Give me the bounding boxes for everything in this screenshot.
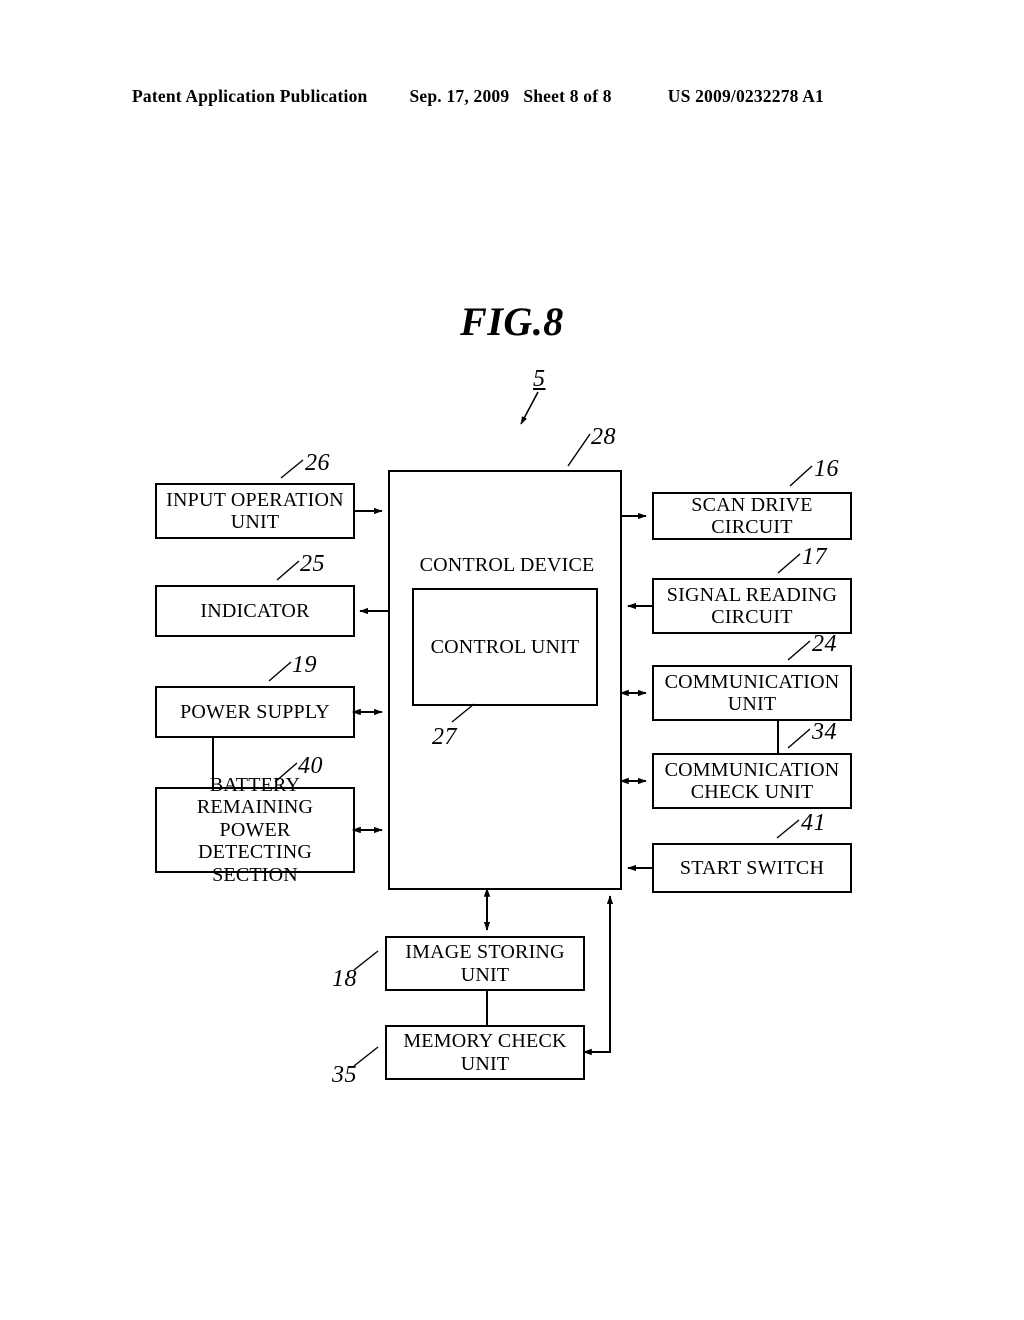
ref-numeral-41: 41 bbox=[801, 810, 826, 836]
block-label-communication-unit: COMMUNICATION UNIT bbox=[664, 670, 840, 715]
block-label-image-storing-unit: IMAGE STORING UNIT bbox=[405, 941, 565, 986]
block-label-indicator: INDICATOR bbox=[200, 599, 310, 622]
block-label-control-device: CONTROL DEVICE bbox=[419, 554, 595, 576]
block-battery-remaining-power-detecting-section: BATTERY REMAINING POWER DETECTING SECTION bbox=[155, 774, 355, 886]
ref-numeral-28: 28 bbox=[591, 424, 616, 450]
ref-numeral-17: 17 bbox=[802, 544, 827, 570]
leader-line-17 bbox=[777, 553, 801, 574]
block-input-operation-unit: INPUT OPERATION UNIT bbox=[155, 483, 355, 539]
block-control-unit: CONTROL UNIT bbox=[412, 588, 598, 706]
block-indicator: INDICATOR bbox=[155, 585, 355, 637]
block-label-start-switch: START SWITCH bbox=[679, 856, 825, 879]
block-label-power-supply: POWER SUPPLY bbox=[180, 700, 330, 723]
ref-numeral-27: 27 bbox=[432, 724, 457, 750]
leader-line-16 bbox=[789, 465, 813, 487]
ref-numeral-24: 24 bbox=[812, 631, 837, 657]
ref-numeral-35: 35 bbox=[332, 1062, 357, 1088]
leader-line-28 bbox=[567, 433, 591, 467]
block-communication-unit: COMMUNICATION UNIT bbox=[652, 665, 852, 721]
leader-line-34 bbox=[787, 728, 811, 749]
block-label-battery-remaining-power-detecting-section: BATTERY REMAINING POWER DETECTING SECTION bbox=[196, 774, 314, 886]
leader-line-41 bbox=[776, 819, 800, 839]
leader-line-5 bbox=[520, 391, 539, 425]
block-label-signal-reading-circuit: SIGNAL READING CIRCUIT bbox=[666, 583, 838, 628]
leader-line-25 bbox=[276, 560, 300, 581]
leader-line-26 bbox=[280, 459, 304, 479]
block-image-storing-unit: IMAGE STORING UNIT bbox=[385, 936, 585, 991]
ref-numeral-26: 26 bbox=[305, 450, 330, 476]
block-communication-check-unit: COMMUNICATION CHECK UNIT bbox=[652, 753, 852, 809]
ref-numeral-34: 34 bbox=[812, 719, 837, 745]
block-signal-reading-circuit: SIGNAL READING CIRCUIT bbox=[652, 578, 852, 634]
ref-numeral-16: 16 bbox=[814, 456, 839, 482]
ref-numeral-5: 5 bbox=[533, 366, 546, 392]
block-label-scan-drive-circuit: SCAN DRIVE CIRCUIT bbox=[691, 493, 813, 538]
leader-line-35 bbox=[353, 1046, 379, 1067]
ref-numeral-19: 19 bbox=[292, 652, 317, 678]
block-label-control-unit: CONTROL UNIT bbox=[430, 635, 580, 658]
leader-line-18 bbox=[353, 950, 379, 971]
block-power-supply: POWER SUPPLY bbox=[155, 686, 355, 738]
block-start-switch: START SWITCH bbox=[652, 843, 852, 893]
connector-memory-check-to-control-device bbox=[582, 895, 614, 1056]
leader-line-19 bbox=[268, 661, 292, 682]
leader-line-24 bbox=[787, 640, 811, 661]
ref-numeral-25: 25 bbox=[300, 551, 325, 577]
block-scan-drive-circuit: SCAN DRIVE CIRCUIT bbox=[652, 492, 852, 540]
block-label-memory-check-unit: MEMORY CHECK UNIT bbox=[403, 1030, 567, 1075]
ref-numeral-40: 40 bbox=[298, 753, 323, 779]
block-diagram: 5 INPUT OPERATION UNIT 26 INDICATOR 25 PO… bbox=[0, 0, 1024, 1320]
block-label-communication-check-unit: COMMUNICATION CHECK UNIT bbox=[664, 758, 840, 803]
block-label-input-operation-unit: INPUT OPERATION UNIT bbox=[166, 488, 344, 533]
block-memory-check-unit: MEMORY CHECK UNIT bbox=[385, 1025, 585, 1080]
ref-numeral-18: 18 bbox=[332, 966, 357, 992]
